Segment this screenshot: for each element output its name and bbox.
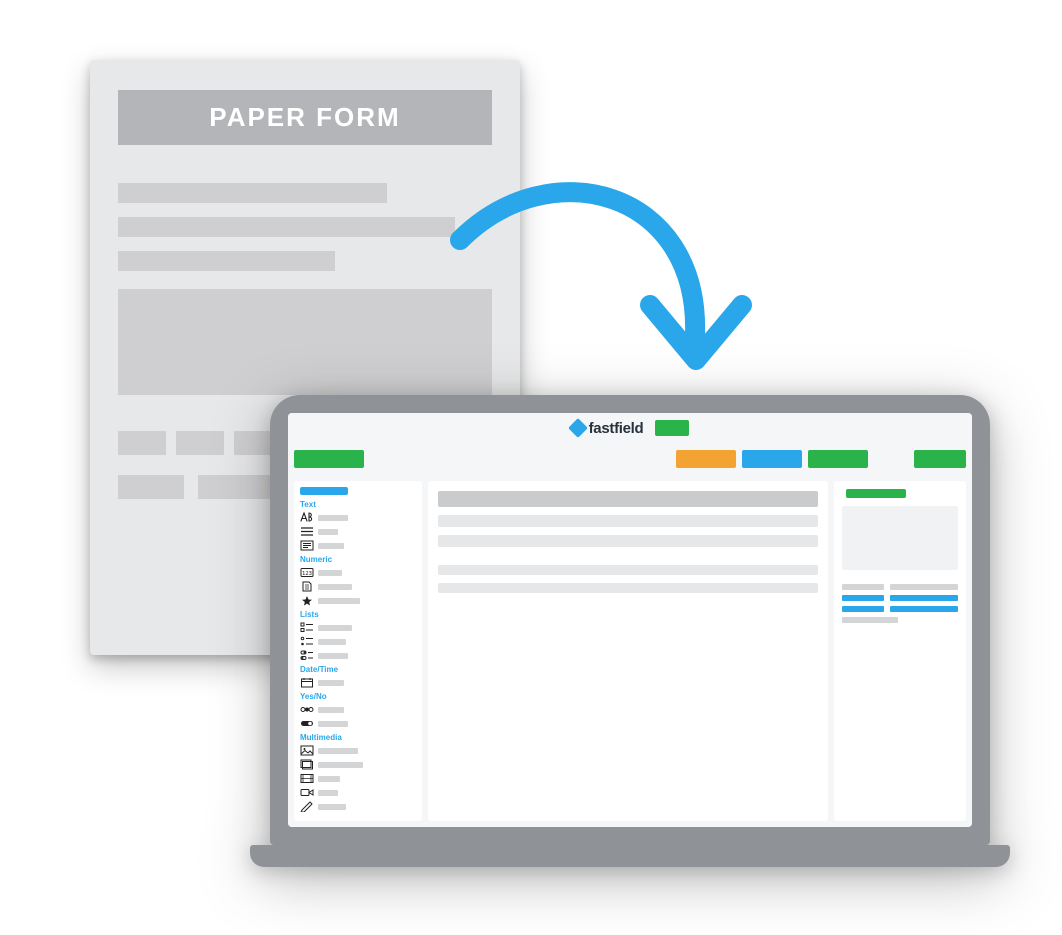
- field-item[interactable]: [300, 650, 416, 661]
- category-label: Text: [300, 500, 416, 509]
- field-item[interactable]: [300, 540, 416, 551]
- star-icon: [300, 595, 314, 606]
- placeholder-line: [118, 217, 455, 237]
- field-item[interactable]: [300, 745, 416, 756]
- field-item[interactable]: [300, 512, 416, 523]
- palette-tab[interactable]: [300, 487, 348, 495]
- placeholder-label: [318, 680, 344, 686]
- placeholder-label: [318, 707, 344, 713]
- toolbar-button-green[interactable]: [808, 450, 868, 468]
- laptop-device: fastfield Text: [250, 395, 1010, 875]
- placeholder-label: [318, 529, 338, 535]
- film-icon: [300, 773, 314, 784]
- canvas-placeholder: [438, 583, 818, 593]
- property-label: [842, 584, 884, 590]
- lines-icon: [300, 526, 314, 537]
- field-item[interactable]: [300, 773, 416, 784]
- placeholder-label: [318, 776, 340, 782]
- placeholder-label: [318, 584, 352, 590]
- placeholder-line: [118, 251, 335, 271]
- category-label: Multimedia: [300, 733, 416, 742]
- app-screen: fastfield Text: [288, 413, 972, 827]
- placeholder-label: [318, 639, 346, 645]
- property-row: [842, 617, 958, 623]
- convert-arrow-icon: [440, 160, 770, 460]
- property-row: [842, 606, 958, 612]
- field-item[interactable]: [300, 801, 416, 812]
- pen-icon: [300, 801, 314, 812]
- canvas-placeholder: [438, 535, 818, 547]
- field-palette: Text: [294, 481, 422, 821]
- category-label: Numeric: [300, 555, 416, 564]
- calendar-icon: [300, 677, 314, 688]
- property-row: [842, 595, 958, 601]
- placeholder-line: [118, 183, 387, 203]
- field-item[interactable]: [300, 622, 416, 633]
- placeholder-label: [318, 653, 348, 659]
- switch-icon: [300, 718, 314, 729]
- field-item[interactable]: [300, 595, 416, 606]
- svg-text:123: 123: [302, 571, 312, 577]
- video-icon: [300, 787, 314, 798]
- placeholder-block: [118, 289, 492, 395]
- field-item[interactable]: [300, 636, 416, 647]
- field-item[interactable]: [300, 704, 416, 715]
- placeholder-label: [318, 790, 338, 796]
- properties-panel: [834, 481, 966, 821]
- placeholder-label: [318, 804, 346, 810]
- toolbar-primary-button[interactable]: [294, 450, 364, 468]
- placeholder-label: [318, 598, 360, 604]
- canvas-placeholder: [438, 565, 818, 575]
- field-item[interactable]: [300, 677, 416, 688]
- placeholder-label: [318, 721, 348, 727]
- property-label: [842, 595, 884, 601]
- field-item[interactable]: [300, 787, 416, 798]
- laptop-base: [250, 845, 1010, 867]
- toolbar-save-button[interactable]: [914, 450, 966, 468]
- paper-form-title: PAPER FORM: [118, 90, 492, 145]
- placeholder-label: [318, 625, 352, 631]
- laptop-bezel: fastfield Text: [270, 395, 990, 845]
- placeholder-label: [318, 515, 348, 521]
- paragraph-icon: [300, 540, 314, 551]
- placeholder-label: [318, 543, 344, 549]
- document-icon: [300, 581, 314, 592]
- placeholder-label: [318, 748, 358, 754]
- property-row: [842, 584, 958, 590]
- app-body: Text: [288, 475, 972, 827]
- property-link[interactable]: [890, 595, 958, 601]
- category-label: Lists: [300, 610, 416, 619]
- category-label: Date/Time: [300, 665, 416, 674]
- field-item[interactable]: [300, 759, 416, 770]
- field-item[interactable]: [300, 526, 416, 537]
- property-link[interactable]: [890, 606, 958, 612]
- canvas-placeholder: [438, 515, 818, 527]
- field-item[interactable]: [300, 718, 416, 729]
- category-label: Yes/No: [300, 692, 416, 701]
- number-icon: 123: [300, 567, 314, 578]
- switch-list-icon: [300, 650, 314, 661]
- placeholder-cell: [118, 431, 166, 455]
- image-icon: [300, 745, 314, 756]
- placeholder-cell: [176, 431, 224, 455]
- gallery-icon: [300, 759, 314, 770]
- placeholder-cell: [118, 475, 184, 499]
- placeholder-label: [318, 762, 363, 768]
- placeholder-label: [318, 570, 342, 576]
- property-value: [842, 617, 898, 623]
- toggle-list-icon: [300, 636, 314, 647]
- preview-box: [842, 506, 958, 570]
- property-label: [842, 606, 884, 612]
- property-value[interactable]: [890, 584, 958, 590]
- text-icon: [300, 512, 314, 523]
- radio-icon: [300, 704, 314, 715]
- checklist-icon: [300, 622, 314, 633]
- form-canvas[interactable]: [428, 481, 828, 821]
- field-item[interactable]: 123: [300, 567, 416, 578]
- properties-tab[interactable]: [846, 489, 906, 498]
- field-item[interactable]: [300, 581, 416, 592]
- canvas-placeholder: [438, 491, 818, 507]
